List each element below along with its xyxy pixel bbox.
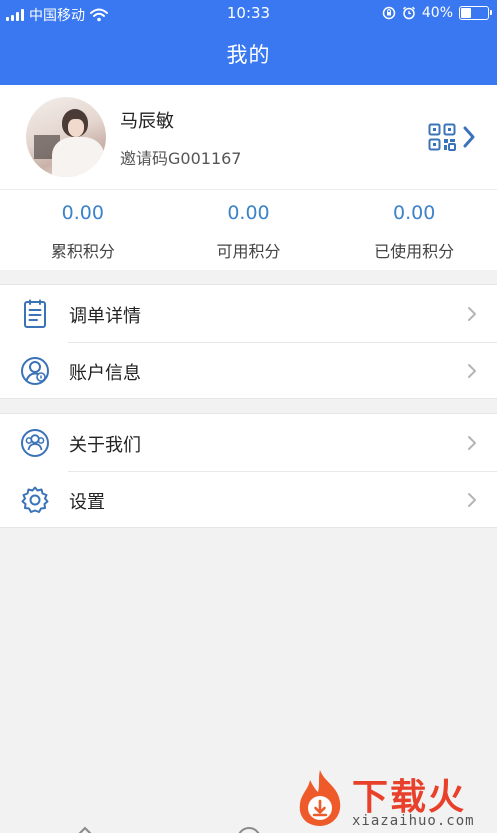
settings-icon — [21, 486, 49, 513]
status-bar: 中国移动 10:33 40% — [0, 0, 497, 28]
watermark: 下载火 xiazaihuo.com — [292, 768, 497, 833]
points-label: 可用积分 — [216, 242, 281, 261]
menu-group-general: 关于我们 设置 — [0, 413, 497, 528]
profile-card[interactable]: 马辰敏 邀请码G001167 — [0, 85, 497, 190]
rotation-lock-icon — [382, 6, 396, 20]
invite-code: 邀请码G001167 — [120, 149, 242, 168]
alarm-icon — [402, 6, 415, 20]
people-icon — [21, 429, 49, 457]
points-available[interactable]: 0.00 可用积分 — [166, 190, 332, 270]
points-value: 0.00 — [61, 202, 104, 224]
menu-item-label: 调单详情 — [69, 306, 141, 327]
points-label: 累积积分 — [50, 242, 115, 261]
points-value: 0.00 — [227, 202, 270, 224]
home-tab-icon[interactable] — [74, 825, 96, 833]
menu-item-label: 关于我们 — [69, 435, 141, 456]
account-info-icon — [21, 357, 49, 385]
menu-item-label: 账户信息 — [69, 363, 141, 384]
menu-item-label: 设置 — [69, 492, 105, 513]
chevron-right-icon — [468, 307, 476, 321]
status-right: 40% — [382, 5, 492, 21]
battery-percent: 40% — [421, 5, 453, 21]
qr-code-icon[interactable] — [428, 123, 456, 151]
chevron-right-icon[interactable] — [462, 125, 476, 149]
menu-item-order-details[interactable]: 调单详情 — [0, 285, 497, 342]
document-icon — [24, 299, 46, 328]
points-value: 0.00 — [393, 202, 436, 224]
chevron-right-icon — [468, 364, 476, 378]
menu-group-orders: 调单详情 账户信息 — [0, 284, 497, 399]
page-title: 我的 — [0, 28, 497, 85]
points-total[interactable]: 0.00 累积积分 — [0, 190, 166, 270]
menu-item-account-info[interactable]: 账户信息 — [0, 342, 497, 399]
chevron-right-icon — [468, 436, 476, 450]
battery-icon — [459, 6, 492, 20]
chevron-right-icon — [468, 493, 476, 507]
points-summary: 0.00 累积积分 0.00 可用积分 0.00 已使用积分 — [0, 190, 497, 270]
menu-item-about-us[interactable]: 关于我们 — [0, 414, 497, 471]
menu-item-settings[interactable]: 设置 — [0, 471, 497, 528]
watermark-url: xiazaihuo.com — [352, 813, 475, 829]
avatar[interactable] — [26, 97, 106, 177]
points-used[interactable]: 0.00 已使用积分 — [331, 190, 497, 270]
flame-logo-icon — [299, 770, 341, 826]
points-label: 已使用积分 — [374, 242, 455, 261]
tab-circle-icon[interactable] — [236, 826, 262, 833]
user-name: 马辰敏 — [120, 111, 174, 132]
